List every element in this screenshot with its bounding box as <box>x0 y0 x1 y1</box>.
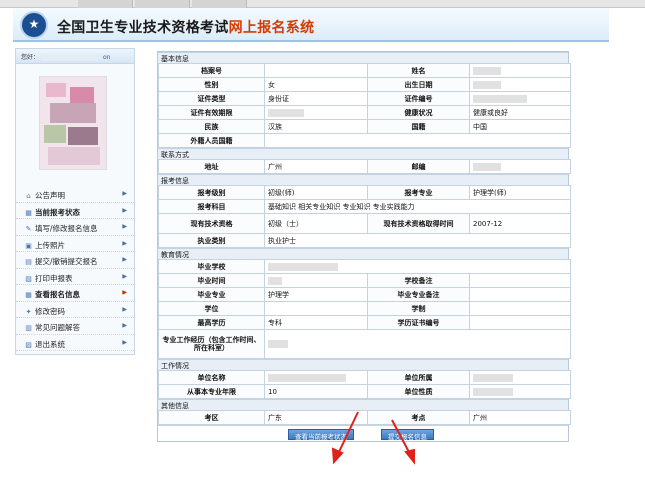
chevron-right-icon: ▶ <box>122 272 127 280</box>
sidebar-item-change-password[interactable]: ✦ 修改密码 ▶ <box>16 302 134 318</box>
photo-icon: ▣ <box>25 241 32 250</box>
faq-icon: ▥ <box>25 324 32 332</box>
browser-tab-strip <box>0 0 645 8</box>
table-row: 证件类型 身份证 证件编号 <box>158 91 571 106</box>
section-basic-info: 基本信息 <box>158 52 568 63</box>
work-table: 单位名称 单位所属 从事本专业年限 10 单位性质 <box>158 370 571 399</box>
browser-tab[interactable] <box>192 0 247 8</box>
section-contact: 联系方式 <box>158 148 568 159</box>
basic-info-table: 档案号 姓名 性别女 出生日期 证件类型 身份证 证件编号 证件有效期限 健康状况… <box>158 63 571 148</box>
table-row: 学位 学制 <box>158 301 572 316</box>
sidebar: 您好： on ⌂ 公告声明 ▶ ▦ 当前报考状态 ▶ ✎ 填写/修改报名信息 ▶ ▣ 上传照片 ▶… <box>15 48 135 355</box>
chevron-right-icon: ▶ <box>122 223 127 230</box>
table-row: 档案号 姓名 <box>158 63 571 78</box>
table-row: 专业工作经历（包含工作时间、所在科室） <box>158 329 572 359</box>
annotation-arrowhead-left <box>331 447 344 465</box>
exam-logo-icon: ★ <box>20 11 48 39</box>
chevron-right-icon: ▶ <box>122 322 127 329</box>
contact-table: 地址 广州 邮编 <box>158 159 571 174</box>
sidebar-item-upload-photo[interactable]: ▣ 上传照片 ▶ <box>16 236 134 252</box>
sidebar-menu: ⌂ 公告声明 ▶ ▦ 当前报考状态 ▶ ✎ 填写/修改报名信息 ▶ ▣ 上传照片 ▶ ▤ 提交/撤… <box>16 186 134 351</box>
chevron-right-icon: ▶ <box>122 206 127 214</box>
print-icon: ▧ <box>25 274 32 283</box>
table-row: 性别女 出生日期 <box>158 77 571 92</box>
title-highlight: 网上报名系统 <box>228 20 315 36</box>
title-main: 全国卫生专业技术资格考试 <box>57 20 229 36</box>
sidebar-item-view-info[interactable]: ▦ 查看报名信息 ▶ <box>16 285 134 302</box>
sidebar-item-faq[interactable]: ▥ 常见问题解答 ▶ <box>16 318 134 335</box>
table-row: 从事本专业年限 10 单位性质 <box>158 384 571 399</box>
table-row: 毕业专业 护理学 毕业专业备注 <box>158 287 572 302</box>
edit-icon: ✎ <box>25 225 32 233</box>
table-row: 单位名称 单位所属 <box>158 370 571 385</box>
table-row: 毕业时间 学校备注 <box>158 273 572 288</box>
view-status-button[interactable]: 查看当前报考状态 <box>288 429 354 441</box>
education-table: 毕业学校 毕业时间 学校备注 毕业专业 护理学 毕业专业备注 学位 学制 最高学历… <box>158 259 572 359</box>
table-row: 外籍人员国籍 <box>158 133 571 148</box>
grid-icon: ▦ <box>25 208 32 217</box>
submit-info-button[interactable]: 提交报名信息 <box>381 429 434 441</box>
action-bar: 查看当前报考状态 提交报名信息 <box>158 425 568 441</box>
chevron-right-icon: ▶ <box>122 239 127 247</box>
annotation-arrowhead-right <box>404 448 415 465</box>
greeting-label: 您好： <box>21 54 40 61</box>
user-greeting: 您好： on <box>16 49 134 64</box>
table-row: 现有技术资格 初级（士） 现有技术资格取得时间 2007-12 <box>158 213 571 234</box>
exam-info-table: 报考级别 初级(师) 报考专业 护理学(师) 报考科目 基础知识 相关专业知识 专业知… <box>158 185 571 248</box>
table-row: 毕业学校 <box>158 259 572 274</box>
table-row: 执业类别 执业护士 <box>158 233 571 248</box>
table-row: 报考科目 基础知识 相关专业知识 专业知识 专业实践能力 <box>158 199 571 214</box>
table-row: 地址 广州 邮编 <box>158 159 571 174</box>
site-header: ★ 全国卫生专业技术资格考试网上报名系统 <box>13 8 609 42</box>
chevron-right-icon: ▶ <box>122 289 127 296</box>
page-title: 全国卫生专业技术资格考试网上报名系统 <box>57 17 314 37</box>
section-education: 教育情况 <box>158 248 568 259</box>
table-row: 最高学历 专科 学历证书编号 <box>158 315 572 330</box>
sidebar-item-submit-revoke[interactable]: ▤ 提交/撤销提交报名 ▶ <box>16 252 134 269</box>
section-work: 工作情况 <box>158 359 568 370</box>
sidebar-item-print-form[interactable]: ▧ 打印申报表 ▶ <box>16 269 134 285</box>
table-row: 证件有效期限 健康状况 健康或良好 <box>158 105 571 120</box>
candidate-photo <box>39 76 107 170</box>
browser-tab[interactable] <box>135 0 190 8</box>
section-other: 其他信息 <box>158 399 568 410</box>
registration-info-panel: 基本信息 档案号 姓名 性别女 出生日期 证件类型 身份证 证件编号 证件有效期限… <box>157 51 572 442</box>
table-row: 考区 广东 考点 广州 <box>158 410 571 425</box>
sidebar-item-edit-info[interactable]: ✎ 填写/修改报名信息 ▶ <box>16 219 134 236</box>
key-icon: ✦ <box>25 307 32 316</box>
house-icon: ⌂ <box>26 192 31 200</box>
browser-tab[interactable] <box>78 0 133 8</box>
sidebar-item-announcement[interactable]: ⌂ 公告声明 ▶ <box>16 186 134 203</box>
grid-icon: ▦ <box>25 291 32 299</box>
username-redacted <box>43 54 100 61</box>
table-row: 报考级别 初级(师) 报考专业 护理学(师) <box>158 185 571 200</box>
greeting-tail: on <box>103 54 111 61</box>
sidebar-item-logout[interactable]: ▨ 退出系统 ▶ <box>16 335 134 351</box>
chevron-right-icon: ▶ <box>122 256 127 263</box>
chevron-right-icon: ▶ <box>122 190 127 197</box>
chevron-right-icon: ▶ <box>122 338 127 346</box>
chevron-right-icon: ▶ <box>122 305 127 313</box>
sidebar-item-current-status[interactable]: ▦ 当前报考状态 ▶ <box>16 203 134 219</box>
other-table: 考区 广东 考点 广州 <box>158 410 571 425</box>
section-exam-info: 报考信息 <box>158 174 568 185</box>
submit-icon: ▤ <box>25 258 32 266</box>
table-row: 民族 汉族 国籍 中国 <box>158 119 571 134</box>
exit-icon: ▨ <box>25 340 32 349</box>
